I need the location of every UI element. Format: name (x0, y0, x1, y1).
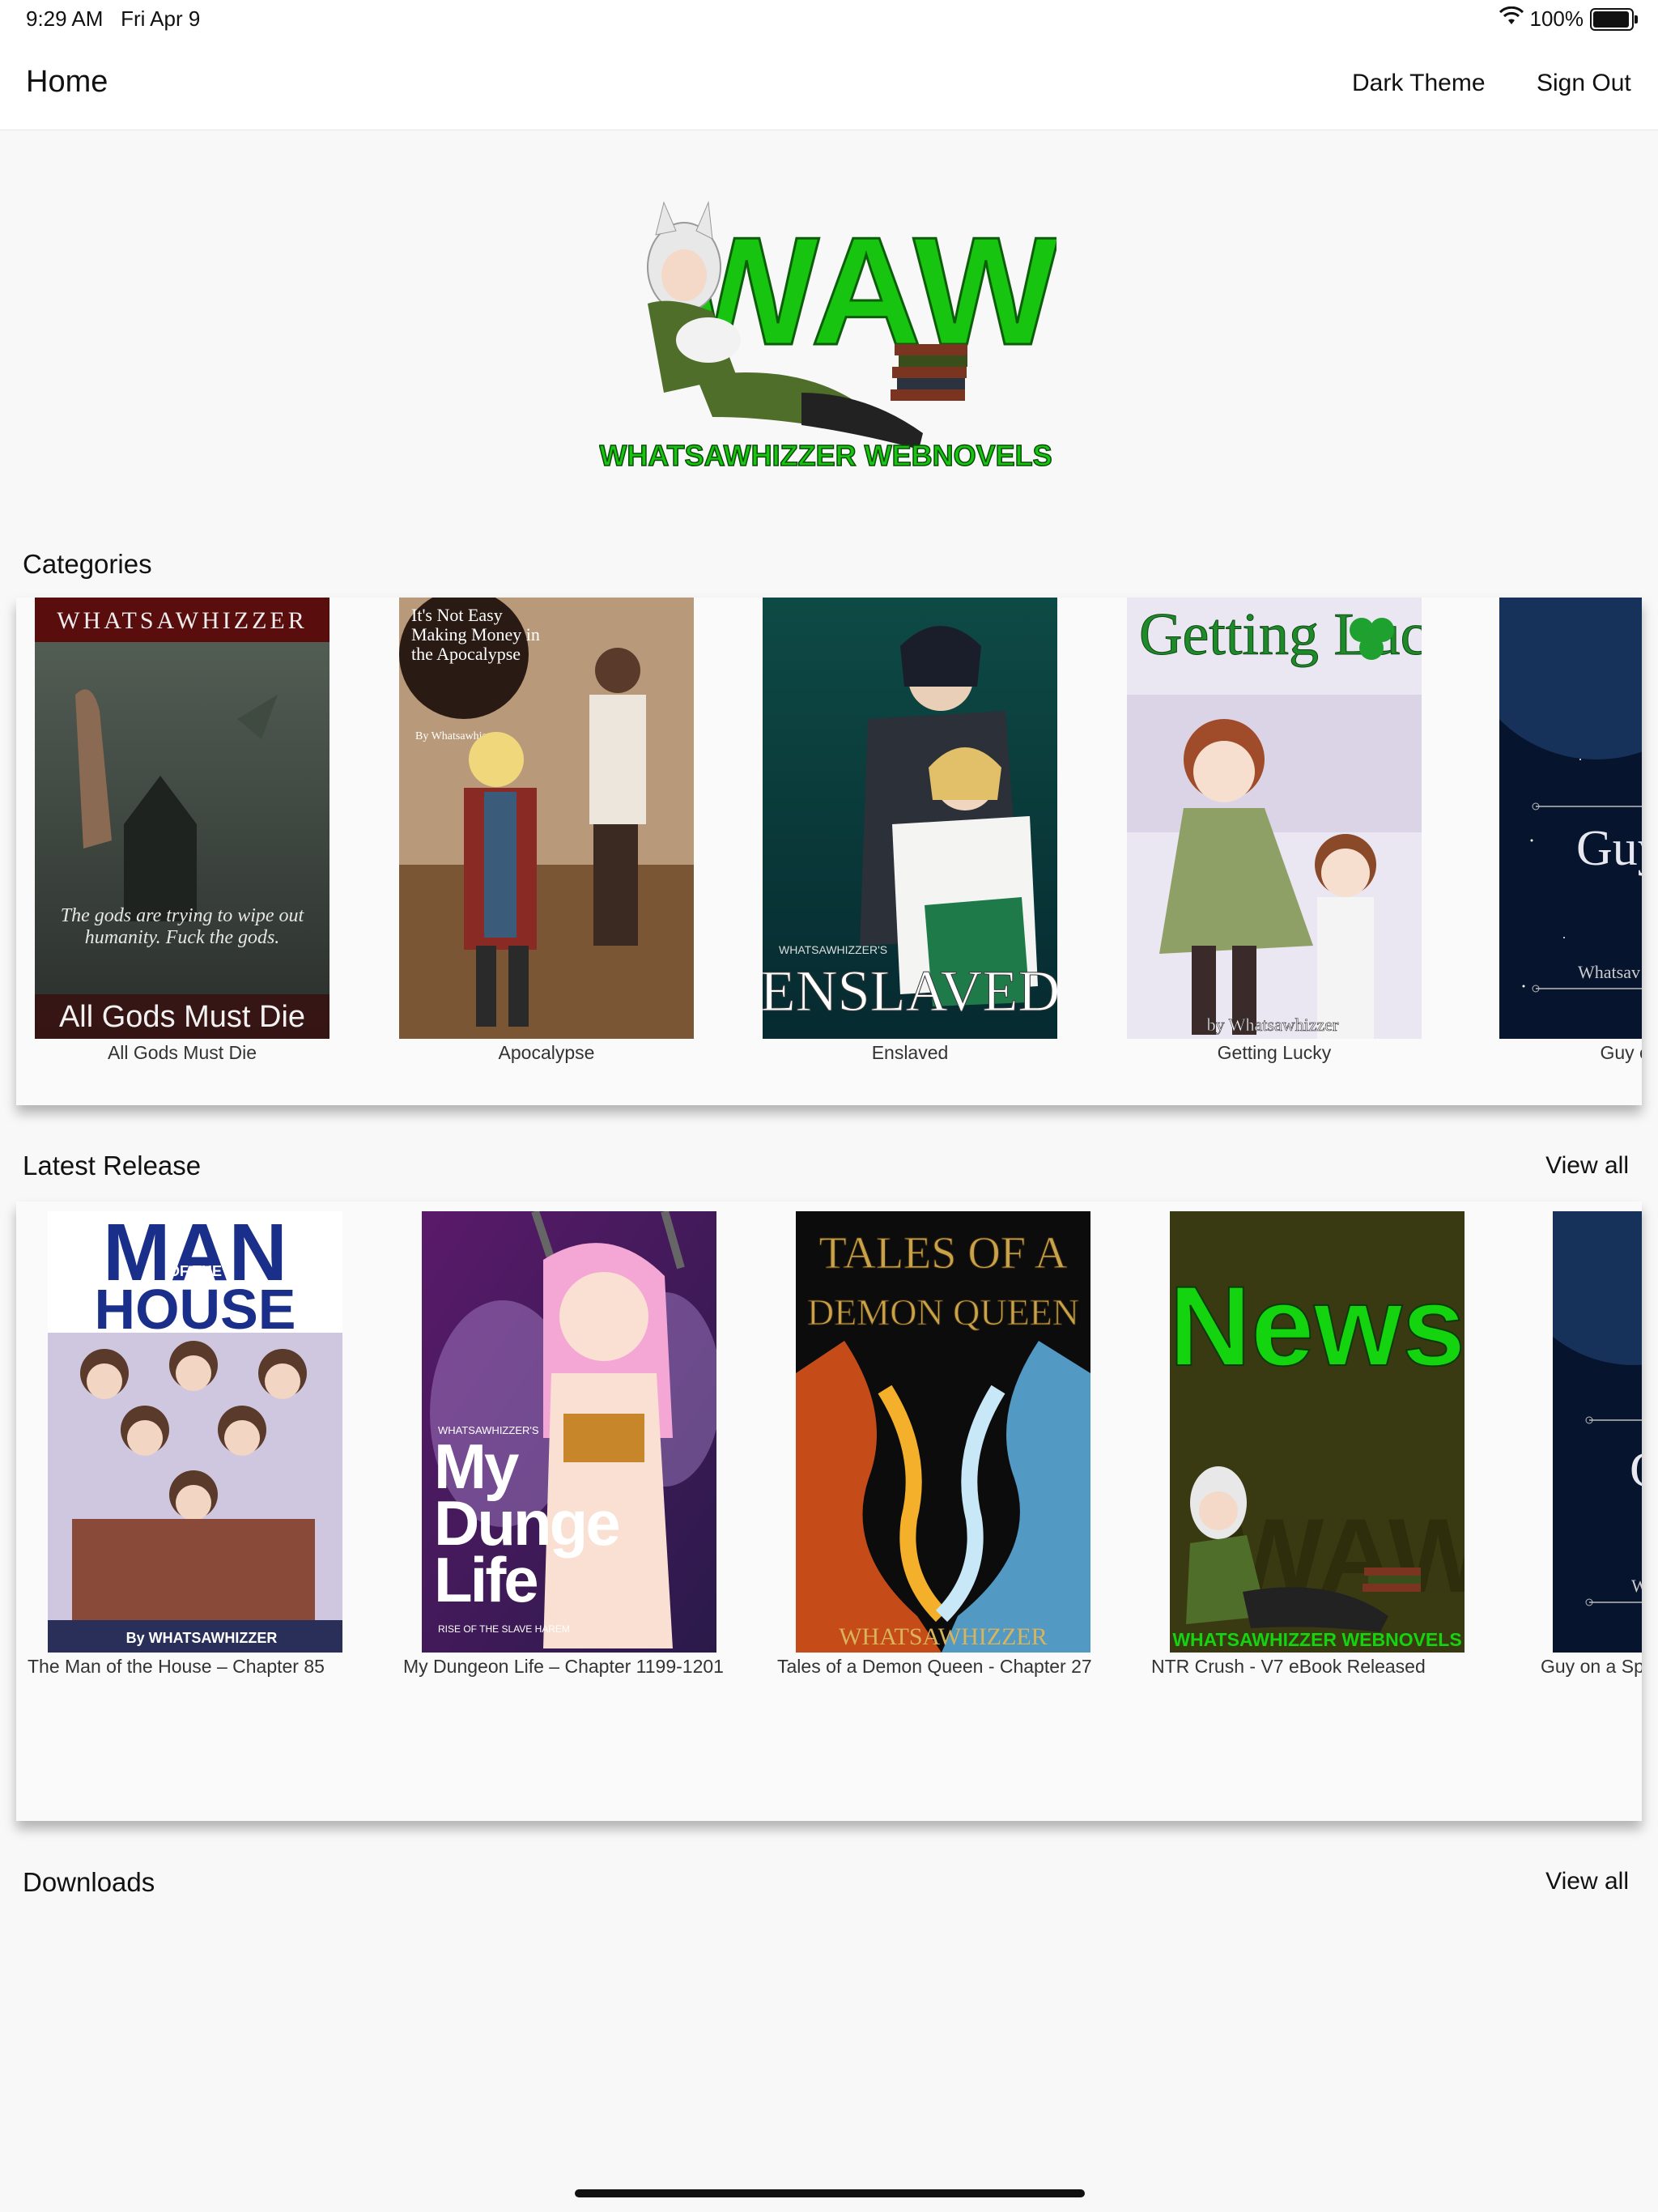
downloads-view-all-link[interactable]: View all (1545, 1868, 1629, 1895)
page-title: Home (26, 65, 108, 99)
book-caption[interactable]: Getting Lucky (1127, 1041, 1422, 1064)
book-cover[interactable]: WHATSAWHIZZER'S ENSLAVED (763, 598, 1057, 1039)
book-cover[interactable]: It's Not Easy Making Money in the Apocal… (399, 598, 694, 1039)
latest-release-shelf[interactable]: MAN OF THE HOUSE By WHATSAWHIZZER The Ma… (16, 1202, 1642, 1821)
downloads-title: Downloads (23, 1867, 155, 1897)
svg-text:W: W (1631, 1576, 1642, 1596)
book-cover[interactable]: WHATSAWHIZZER The gods are trying to wip… (35, 598, 329, 1039)
latest-release-title: Latest Release (23, 1151, 202, 1180)
svg-text:ENSLAVED: ENSLAVED (763, 959, 1057, 1023)
svg-text:RISE OF THE SLAVE HAREM: RISE OF THE SLAVE HAREM (438, 1623, 570, 1635)
sign-out-button[interactable]: Sign Out (1537, 70, 1631, 97)
date: Fri Apr 9 (121, 6, 201, 31)
book-caption[interactable]: The Man of the House – Chapter 85 (28, 1655, 368, 1678)
battery-percent: 100% (1529, 6, 1584, 31)
status-bar: 9:29 AM Fri Apr 9 100% (0, 0, 1658, 40)
clock: 9:29 AM (26, 6, 104, 31)
svg-text:WHATSAWHIZZER WEBNOVELS: WHATSAWHIZZER WEBNOVELS (1172, 1629, 1461, 1650)
book-caption[interactable]: Apocalypse (399, 1041, 694, 1064)
status-time: 9:29 AM Fri Apr 9 (26, 6, 200, 32)
svg-text:WHATSAWHIZZER: WHATSAWHIZZER (839, 1623, 1048, 1650)
wifi-icon (1499, 6, 1524, 32)
svg-text:WHATSAWHIZZER: WHATSAWHIZZER (57, 607, 308, 634)
svg-text:By WHATSAWHIZZER: By WHATSAWHIZZER (126, 1630, 278, 1646)
book-caption[interactable]: Tales of a Demon Queen - Chapter 27 (777, 1655, 1117, 1678)
svg-text:DEMON QUEEN: DEMON QUEEN (807, 1291, 1079, 1333)
book-caption[interactable]: Enslaved (763, 1041, 1057, 1064)
logo-sub-text: WHATSAWHIZZER WEBNOVELS (599, 439, 1052, 472)
book-cover[interactable]: G S W (1553, 1211, 1642, 1653)
status-right: 100% (1499, 6, 1638, 32)
categories-shelf[interactable]: WHATSAWHIZZER The gods are trying to wip… (16, 598, 1642, 1105)
svg-text:G S: G S (1630, 1443, 1642, 1498)
svg-text:WHATSAWHIZZER'S: WHATSAWHIZZER'S (438, 1424, 539, 1436)
book-caption[interactable]: Guy on a S (1499, 1041, 1642, 1064)
book-caption[interactable]: My Dungeon Life – Chapter 1199-1201 (403, 1655, 743, 1678)
book-cover[interactable]: TALES OF A DEMON QUEEN WHATSAWHIZZER (796, 1211, 1090, 1653)
latest-view-all-link[interactable]: View all (1545, 1152, 1629, 1180)
home-indicator[interactable] (575, 2189, 1085, 2197)
svg-text:All Gods Must Die: All Gods Must Die (59, 1000, 305, 1034)
svg-text:Guy Space: Guy Space (1576, 821, 1642, 876)
book-cover[interactable]: MAN OF THE HOUSE By WHATSAWHIZZER (48, 1211, 342, 1653)
svg-text:Whatsav: Whatsav (1578, 962, 1640, 982)
book-cover[interactable]: News WAW WHATSAWHIZZER WEBNOVELS (1170, 1211, 1465, 1653)
svg-text:WHATSAWHIZZER'S: WHATSAWHIZZER'S (779, 943, 887, 956)
book-cover[interactable]: Guy Space Whatsav (1499, 598, 1642, 1039)
book-cover[interactable]: Getting Lucky by Whatsawhizzer (1127, 598, 1422, 1039)
svg-text:TALES OF A: TALES OF A (819, 1228, 1068, 1278)
svg-text:by Whatsawhizzer: by Whatsawhizzer (1207, 1015, 1339, 1035)
book-caption[interactable]: All Gods Must Die (35, 1041, 329, 1064)
dark-theme-button[interactable]: Dark Theme (1352, 70, 1486, 97)
book-cover[interactable]: WHATSAWHIZZER'S My Dungeon Life RISE OF … (422, 1211, 716, 1653)
book-caption[interactable]: NTR Crush - V7 eBook Released (1151, 1655, 1491, 1678)
waw-logo: WAW WHATSAWHIZZER WEBNOVELS (599, 190, 1061, 478)
svg-text:News: News (1170, 1262, 1465, 1389)
categories-title: Categories (23, 549, 152, 579)
svg-text:HOUSE: HOUSE (95, 1278, 296, 1341)
svg-text:OF THE: OF THE (168, 1263, 222, 1279)
book-caption[interactable]: Guy on a Spa (1541, 1655, 1642, 1678)
navigation-bar: Home Dark Theme Sign Out (0, 40, 1658, 130)
battery-icon (1590, 7, 1638, 31)
